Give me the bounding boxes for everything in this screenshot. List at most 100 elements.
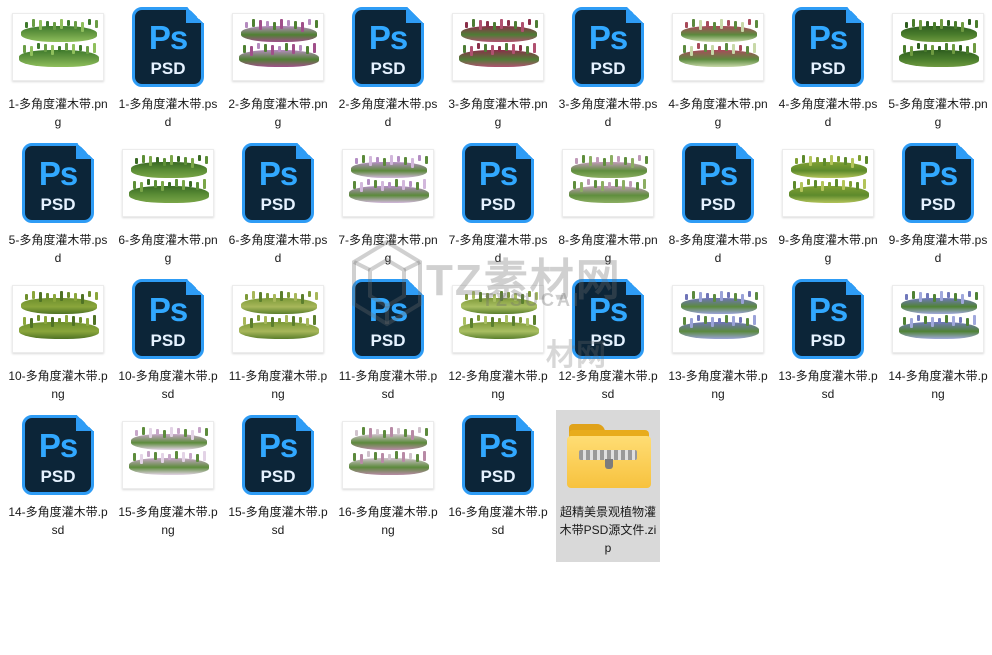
file-item[interactable]: Ps PSD 5-多角度灌木带.psd xyxy=(6,138,110,290)
shrub-sprig xyxy=(182,452,185,462)
icon-psd-label: PSD xyxy=(40,195,76,214)
file-item[interactable]: Ps PSD 13-多角度灌木带.psd xyxy=(776,274,880,426)
image-preview xyxy=(672,285,764,353)
shrub-sprig xyxy=(954,293,957,301)
photoshop-file-icon: Ps PSD xyxy=(682,143,754,223)
photoshop-file-icon: Ps PSD xyxy=(462,415,534,495)
shrub-sprig xyxy=(362,427,365,435)
file-item[interactable]: 5-多角度灌木带.png xyxy=(886,2,990,154)
shrub-sprig xyxy=(500,291,503,301)
shrub-sprig xyxy=(924,44,927,52)
shrub-sprig xyxy=(645,156,648,164)
file-item[interactable]: 15-多角度灌木带.png xyxy=(116,410,220,562)
file-item[interactable]: Ps PSD 4-多角度灌木带.psd xyxy=(776,2,880,154)
shrub-sprig xyxy=(828,182,831,188)
shrub-sprig xyxy=(271,45,274,55)
shrub-sprig xyxy=(465,294,468,300)
file-item[interactable]: Ps PSD 10-多角度灌木带.psd xyxy=(116,274,220,426)
file-item[interactable]: 16-多角度灌木带.png xyxy=(336,410,440,562)
file-item[interactable]: Ps PSD 6-多角度灌木带.psd xyxy=(226,138,330,290)
shrub-sprig xyxy=(463,45,466,53)
shrub-sprig xyxy=(191,430,194,440)
shrub-sprig xyxy=(306,46,309,54)
shrub-band xyxy=(19,43,99,67)
shrub-sprig xyxy=(32,291,35,299)
file-item[interactable]: Ps PSD 12-多角度灌木带.psd xyxy=(556,274,660,426)
file-item[interactable]: Ps PSD 15-多角度灌木带.psd xyxy=(226,410,330,562)
shrub-sprig xyxy=(507,20,510,26)
file-thumbnail xyxy=(232,274,324,364)
shrub-sprig xyxy=(484,44,487,52)
file-name: 9-多角度灌木带.png xyxy=(778,233,878,265)
file-item[interactable]: Ps PSD 11-多角度灌木带.psd xyxy=(336,274,440,426)
shrub-sprig xyxy=(37,315,40,321)
file-thumbnail xyxy=(562,138,654,228)
shrub-sprig xyxy=(196,182,199,190)
photoshop-file-icon: Ps PSD xyxy=(352,7,424,87)
shrub-sprig xyxy=(306,318,309,326)
shrub-sprig xyxy=(285,43,288,51)
shrub-sprig xyxy=(250,318,253,328)
file-name: 6-多角度灌木带.psd xyxy=(228,233,328,265)
file-item[interactable]: 超精美景观植物灌木带PSD源文件.zip xyxy=(556,410,660,562)
shrub-sprig xyxy=(968,291,971,297)
icon-ps-label: Ps xyxy=(258,427,298,464)
shrub-sprig xyxy=(912,291,915,299)
shrub-sprig xyxy=(919,20,922,30)
shrub-sprig xyxy=(580,182,583,192)
file-item[interactable]: 9-多角度灌木带.png xyxy=(776,138,880,290)
icon-psd-label: PSD xyxy=(480,467,516,486)
shrub-sprig xyxy=(917,315,920,321)
shrub-sprig xyxy=(147,451,150,457)
shrub-sprig xyxy=(360,182,363,192)
file-item[interactable]: 2-多角度灌木带.png xyxy=(226,2,330,154)
file-item[interactable]: 1-多角度灌木带.png xyxy=(6,2,110,154)
shrub-sprig xyxy=(835,179,838,187)
file-item[interactable]: Ps PSD 1-多角度灌木带.psd xyxy=(116,2,220,154)
shrub-sprig xyxy=(140,454,143,464)
file-item[interactable]: 3-多角度灌木带.png xyxy=(446,2,550,154)
file-item[interactable]: 6-多角度灌木带.png xyxy=(116,138,220,290)
file-item[interactable]: Ps PSD 14-多角度灌木带.psd xyxy=(6,410,110,562)
shrub-sprig xyxy=(411,430,414,440)
shrub-sprig xyxy=(353,181,356,189)
file-thumbnail: Ps PSD xyxy=(452,138,544,228)
file-thumbnail xyxy=(12,2,104,92)
shrub-sprig xyxy=(624,157,627,165)
file-name: 1-多角度灌木带.png xyxy=(8,97,108,129)
file-thumbnail: Ps PSD xyxy=(562,274,654,364)
shrub-sprig xyxy=(837,156,840,162)
file-item[interactable]: Ps PSD 2-多角度灌木带.psd xyxy=(336,2,440,154)
file-item[interactable]: 11-多角度灌木带.png xyxy=(226,274,330,426)
file-item[interactable]: 12-多角度灌木带.png xyxy=(446,274,550,426)
file-item[interactable]: Ps PSD 8-多角度灌木带.psd xyxy=(666,138,770,290)
file-thumbnail: Ps PSD xyxy=(232,138,324,228)
shrub-sprig xyxy=(720,291,723,301)
shrub-sprig xyxy=(636,182,639,190)
shrub-sprig xyxy=(189,181,192,187)
shrub-sprig xyxy=(259,292,262,302)
shrub-sprig xyxy=(470,46,473,56)
shrub-sprig xyxy=(521,294,524,304)
file-item[interactable]: Ps PSD 16-多角度灌木带.psd xyxy=(446,410,550,562)
file-item[interactable]: Ps PSD 9-多角度灌木带.psd xyxy=(886,138,990,290)
shrub-sprig xyxy=(411,158,414,168)
shrub-sprig xyxy=(816,157,819,163)
file-item[interactable]: 13-多角度灌木带.png xyxy=(666,274,770,426)
file-item[interactable]: 4-多角度灌木带.png xyxy=(666,2,770,154)
shrub-sprig xyxy=(149,428,152,438)
shrub-sprig xyxy=(711,317,714,327)
file-item[interactable]: 10-多角度灌木带.png xyxy=(6,274,110,426)
shrub-sprig xyxy=(528,19,531,25)
file-item[interactable]: Ps PSD 3-多角度灌木带.psd xyxy=(556,2,660,154)
file-thumbnail xyxy=(12,274,104,364)
file-item[interactable]: 14-多角度灌木带.png xyxy=(886,274,990,426)
file-name: 15-多角度灌木带.png xyxy=(118,505,218,537)
file-name: 6-多角度灌木带.png xyxy=(118,233,218,265)
shrub-sprig xyxy=(856,182,859,190)
file-thumbnail xyxy=(452,274,544,364)
shrub-sprig xyxy=(807,179,810,185)
file-item[interactable]: 7-多角度灌木带.png xyxy=(336,138,440,290)
file-item[interactable]: Ps PSD 7-多角度灌木带.psd xyxy=(446,138,550,290)
file-item[interactable]: 8-多角度灌木带.png xyxy=(556,138,660,290)
